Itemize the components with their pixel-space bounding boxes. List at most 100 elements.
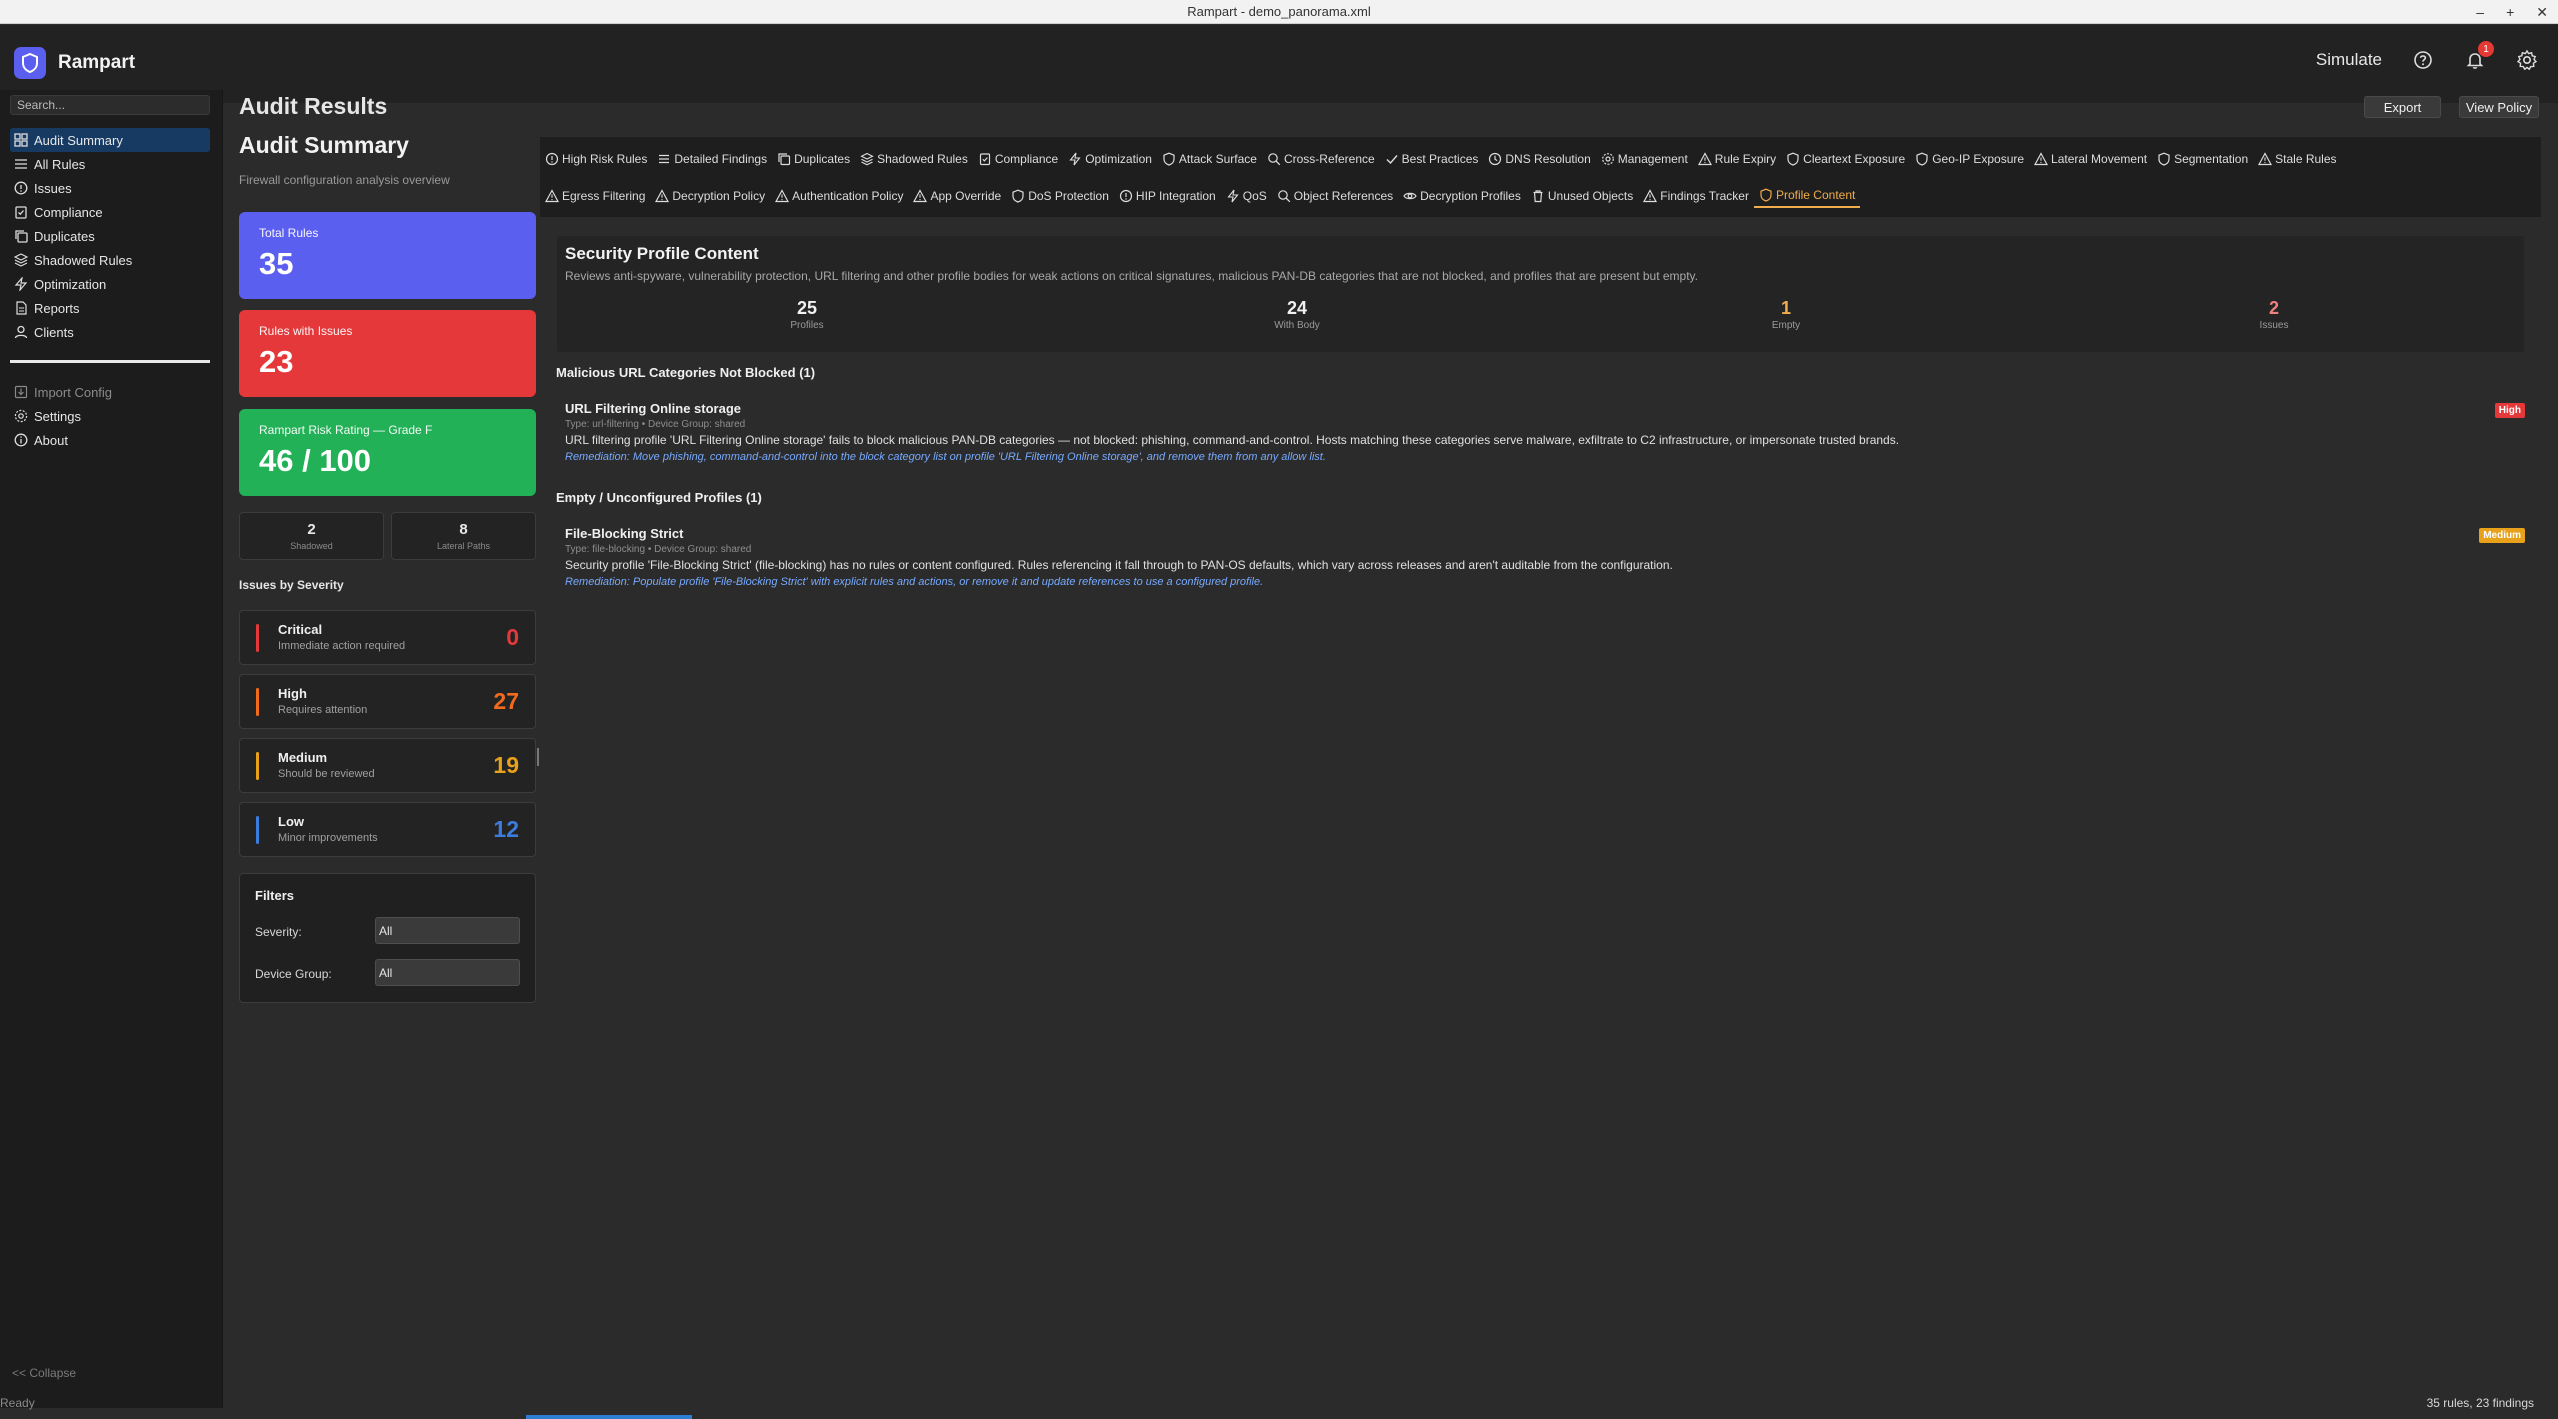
- tab-cross-reference[interactable]: Cross-Reference: [1262, 147, 1380, 171]
- tab-unused-objects[interactable]: Unused Objects: [1526, 184, 1638, 208]
- audit-summary-panel: Audit Summary Firewall configuration ana…: [239, 132, 536, 1003]
- tab-label: Best Practices: [1401, 152, 1479, 166]
- sidebar-item-reports[interactable]: Reports: [10, 296, 210, 320]
- export-button[interactable]: Export: [2364, 96, 2441, 118]
- mini-label: Shadowed: [290, 541, 333, 551]
- sidebar-item-label: Clients: [34, 324, 74, 340]
- tab-label: High Risk Rules: [562, 152, 648, 166]
- tab-dos-protection[interactable]: DoS Protection: [1006, 184, 1114, 208]
- severity-count: 0: [506, 624, 519, 650]
- grid-icon: [14, 133, 28, 147]
- tab-label: QoS: [1242, 189, 1267, 203]
- status-summary: 35 rules, 23 findings: [2426, 1396, 2534, 1410]
- severity-high[interactable]: High Requires attention 27: [239, 674, 536, 729]
- tab-decryption-profiles[interactable]: Decryption Profiles: [1398, 184, 1526, 208]
- tab-high-risk-rules[interactable]: High Risk Rules: [540, 147, 652, 171]
- tab-label: Findings Tracker: [1660, 189, 1749, 203]
- finding-item[interactable]: File-Blocking Strict Type: file-blocking…: [565, 526, 2525, 588]
- tab-decryption-policy[interactable]: Decryption Policy: [650, 184, 770, 208]
- tab-hip-integration[interactable]: HIP Integration: [1114, 184, 1221, 208]
- search-icon: [1277, 190, 1291, 203]
- tab-egress-filtering[interactable]: Egress Filtering: [540, 184, 650, 208]
- tab-cleartext-exposure[interactable]: Cleartext Exposure: [1781, 147, 1910, 171]
- sidebar-item-audit-summary[interactable]: Audit Summary: [10, 128, 210, 152]
- device-group-filter-label: Device Group:: [255, 967, 332, 981]
- severity-critical[interactable]: Critical Immediate action required 0: [239, 610, 536, 665]
- tab-best-practices[interactable]: Best Practices: [1380, 147, 1484, 171]
- severity-low[interactable]: Low Minor improvements 12: [239, 802, 536, 857]
- severity-desc: Should be reviewed: [278, 768, 375, 780]
- tab-object-references[interactable]: Object References: [1272, 184, 1398, 208]
- tab-profile-content[interactable]: Profile Content: [1753, 184, 1861, 208]
- severity-bar: [256, 752, 259, 780]
- sidebar-item-import-config[interactable]: Import Config: [10, 380, 210, 404]
- tab-detailed-findings[interactable]: Detailed Findings: [652, 147, 772, 171]
- device-group-filter-select[interactable]: All: [375, 959, 520, 986]
- sidebar-item-label: Import Config: [34, 384, 113, 400]
- tab-row-1: High Risk Rules Detailed Findings Duplicat…: [540, 147, 2342, 171]
- tab-lateral-movement[interactable]: Lateral Movement: [2029, 147, 2152, 171]
- file-icon: [16, 301, 27, 315]
- tab-attack-surface[interactable]: Attack Surface: [1157, 147, 1262, 171]
- sidebar-item-all-rules[interactable]: All Rules: [10, 152, 210, 176]
- view-policy-button[interactable]: View Policy: [2459, 96, 2539, 118]
- tab-shadowed-rules[interactable]: Shadowed Rules: [855, 147, 973, 171]
- sidebar-item-shadowed-rules[interactable]: Shadowed Rules: [10, 248, 210, 272]
- tab-compliance[interactable]: Compliance: [973, 147, 1063, 171]
- tab-app-override[interactable]: App Override: [908, 184, 1006, 208]
- risk-rating-card: Rampart Risk Rating — Grade F 46 / 100: [239, 409, 536, 496]
- tab-qos[interactable]: QoS: [1221, 184, 1272, 208]
- tab-dns-resolution[interactable]: DNS Resolution: [1483, 147, 1595, 171]
- sidebar-item-label: Settings: [34, 408, 81, 424]
- triangle-icon: [1697, 152, 1712, 166]
- window-titlebar: Rampart - demo_panorama.xml – + ✕: [0, 0, 2558, 24]
- tab-label: DoS Protection: [1028, 189, 1109, 203]
- bell-icon[interactable]: 1: [2464, 41, 2494, 71]
- list-icon: [659, 154, 670, 164]
- sidebar-item-optimization[interactable]: Optimization: [10, 272, 210, 296]
- minimize-button[interactable]: –: [2476, 4, 2484, 20]
- card-label: Rules with Issues: [259, 324, 353, 338]
- tab-label: Lateral Movement: [2051, 152, 2148, 166]
- close-button[interactable]: ✕: [2536, 4, 2548, 21]
- help-icon[interactable]: [2412, 49, 2434, 71]
- alert-circle-icon: [545, 152, 559, 166]
- triangle-icon: [913, 189, 928, 203]
- stat-label: Empty: [1771, 320, 1801, 331]
- severity-filter-select[interactable]: All: [375, 917, 520, 944]
- sidebar-item-about[interactable]: About: [10, 428, 210, 452]
- sidebar-item-settings[interactable]: Settings: [10, 404, 210, 428]
- simulate-button[interactable]: Simulate: [2316, 50, 2382, 70]
- tab-findings-tracker[interactable]: Findings Tracker: [1638, 184, 1754, 208]
- sidebar-item-issues[interactable]: Issues: [10, 176, 210, 200]
- gear-icon[interactable]: [2516, 49, 2538, 71]
- profile-content-header: Security Profile Content Reviews anti-sp…: [557, 236, 2524, 352]
- tab-authentication-policy[interactable]: Authentication Policy: [770, 184, 908, 208]
- finding-item[interactable]: URL Filtering Online storage Type: url-f…: [565, 401, 2525, 463]
- severity-heading: Issues by Severity: [239, 578, 344, 592]
- tab-segmentation[interactable]: Segmentation: [2152, 147, 2253, 171]
- severity-medium[interactable]: Medium Should be reviewed 19: [239, 738, 536, 793]
- tab-geo-ip-exposure[interactable]: Geo-IP Exposure: [1910, 147, 2029, 171]
- tab-optimization[interactable]: Optimization: [1063, 147, 1157, 171]
- tab-management[interactable]: Management: [1596, 147, 1693, 171]
- clipboard-check-icon: [15, 206, 27, 219]
- mini-value: 8: [459, 521, 468, 538]
- severity-name: Critical: [278, 622, 323, 637]
- sidebar-search-input[interactable]: Search...: [10, 95, 210, 115]
- tab-duplicates[interactable]: Duplicates: [772, 147, 855, 171]
- maximize-button[interactable]: +: [2506, 4, 2514, 20]
- sidebar-item-compliance[interactable]: Compliance: [10, 200, 210, 224]
- collapse-sidebar-button[interactable]: << Collapse: [12, 1366, 76, 1380]
- tab-rule-expiry[interactable]: Rule Expiry: [1693, 147, 1781, 171]
- sidebar-item-duplicates[interactable]: Duplicates: [10, 224, 210, 248]
- summary-title: Audit Summary: [239, 132, 409, 158]
- severity-name: Low: [278, 814, 304, 829]
- header-actions: Simulate 1: [2316, 41, 2538, 71]
- tab-stale-rules[interactable]: Stale Rules: [2253, 147, 2341, 171]
- alert-circle-icon: [14, 181, 28, 195]
- sidebar-item-clients[interactable]: Clients: [10, 320, 210, 344]
- shield-icon: [1760, 188, 1772, 202]
- panel-splitter[interactable]: [537, 748, 539, 766]
- mini-label: Lateral Paths: [436, 541, 491, 551]
